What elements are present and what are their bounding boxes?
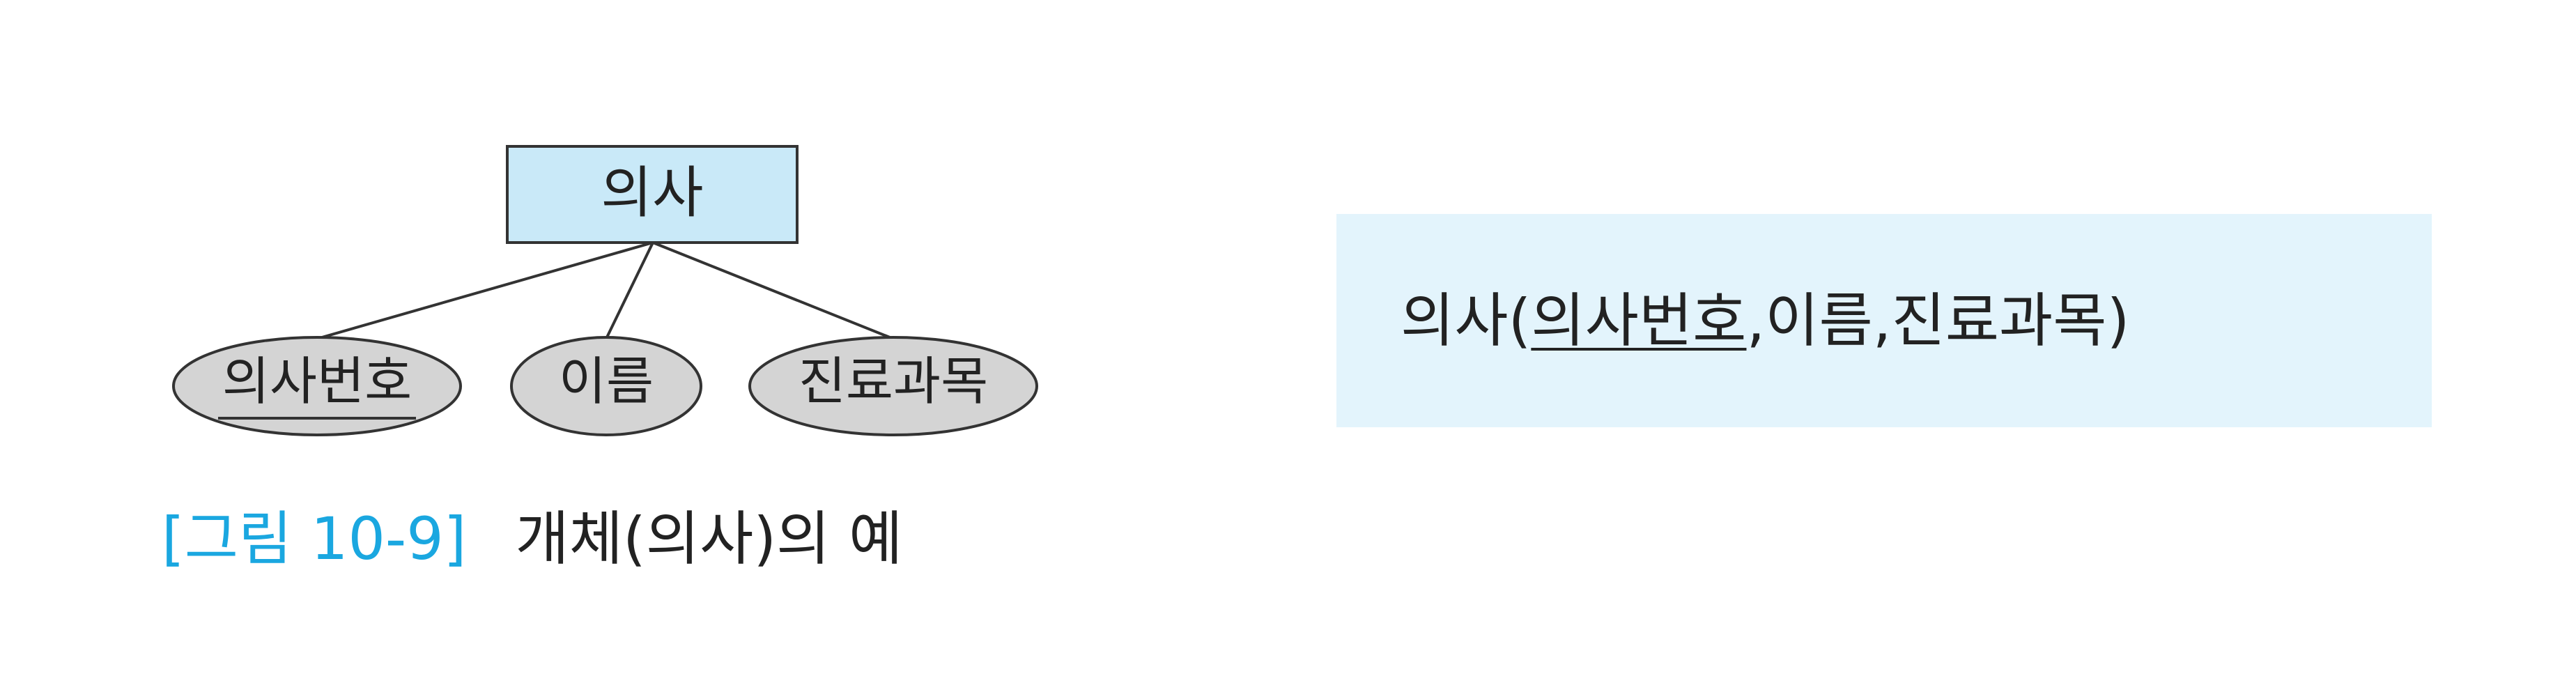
attribute-label-key: 의사번호 [222, 352, 412, 412]
relation-name: 의사 [1401, 286, 1509, 355]
relation-open-paren: ( [1508, 286, 1532, 355]
relation-separator: , [1872, 286, 1892, 355]
relation-separator: , [1746, 286, 1766, 355]
figure-title: 개체(의사)의 예 [515, 505, 903, 573]
relation-schema-panel: 의사(의사번호,이름,진료과목) [1336, 214, 2432, 427]
attribute-label: 진료과목 [799, 352, 988, 412]
relation-schema: 의사(의사번호,이름,진료과목) [1401, 282, 2129, 359]
entity-box: 의사 [506, 145, 799, 244]
connector-line-specialty [652, 241, 894, 340]
connector-line-name [605, 242, 654, 339]
attribute-doctor-id: 의사번호 [172, 336, 462, 436]
attribute-name: 이름 [510, 336, 702, 436]
relation-field-name: 이름 [1765, 286, 1873, 355]
figure-caption: [그림 10-9] 개체(의사)의 예 [162, 500, 902, 577]
connector-line-doctor-id [316, 241, 654, 340]
attribute-specialty: 진료과목 [748, 336, 1038, 436]
relation-primary-key: 의사번호 [1531, 286, 1747, 355]
entity-name: 의사 [601, 160, 703, 225]
figure-number: [그림 10-9] [162, 505, 467, 573]
relation-field-specialty: 진료과목 [1891, 286, 2107, 355]
relation-close-paren: ) [2106, 286, 2130, 355]
attribute-label: 이름 [559, 352, 654, 412]
